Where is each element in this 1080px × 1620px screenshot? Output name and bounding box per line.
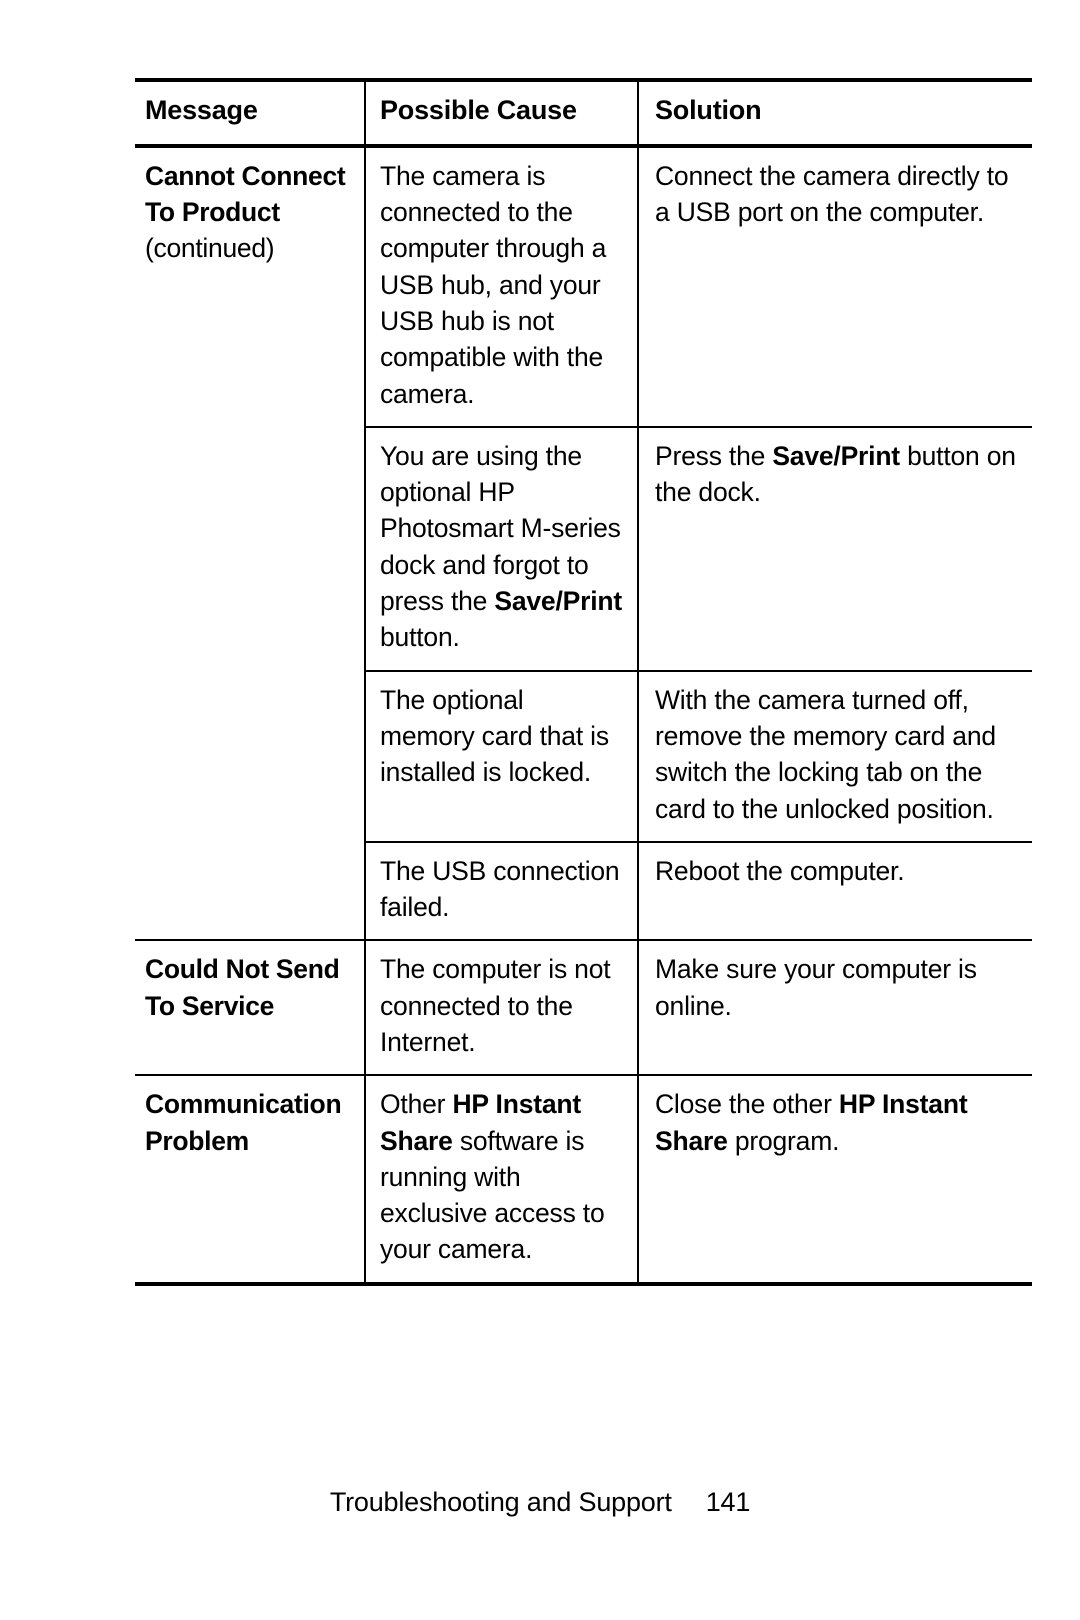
message-label-cannot-connect: Cannot Connect To Product (continued) [135,158,364,267]
cell-solution-check-online: Make sure your computer is online. [637,939,1032,1076]
message-line-2: Problem [145,1125,249,1156]
cause-text-card-locked: The optional memory card that is install… [380,684,609,788]
cell-cause-card-locked: The optional memory card that is install… [364,669,638,842]
cell-message-cannot-connect: Cannot Connect To Product (continued) [135,143,365,941]
solution-text-close-hp-instant-share: Close the other HP Instant Share program… [639,1086,1032,1159]
message-label-communication-problem: Communication Problem [135,1086,364,1159]
message-line-1: Communication [145,1089,342,1120]
cause-text-usb-hub: The camera is connected to the computer … [380,160,607,409]
header-label-message: Message [145,95,258,125]
message-line-1: Cannot Connect [145,160,346,191]
message-line-1: Could Not Send [145,954,340,985]
solution-text-press-saveprint: Press the Save/Print button on the dock. [639,438,1032,511]
header-label-solution: Solution [655,95,762,125]
table-header-row: Message Possible Cause Solution [135,78,1032,146]
footer-inner: Troubleshooting and Support 141 [330,1487,750,1518]
cell-cause-dock-saveprint: You are using the optional HP Photosmart… [364,425,638,671]
table-row: Communication Problem Other HP Instant S… [135,1074,1032,1286]
cell-message-communication-problem: Communication Problem [135,1074,365,1286]
cause-text-usb-failed: The USB connection failed. [380,855,620,923]
cell-cause-no-internet: The computer is not connected to the Int… [364,939,638,1076]
cause-text-bold-saveprint: Save/Print [494,586,622,617]
cell-cause-usb-failed: The USB connection failed. [364,840,638,941]
solution-text-post: program. [727,1125,840,1156]
cell-cause-hp-instant-share: Other HP Instant Share software is runni… [364,1074,638,1286]
troubleshooting-table: Message Possible Cause Solution Cannot C… [135,78,1032,1286]
table-row: Could Not Send To Service The computer i… [135,939,1032,1076]
solution-text-unlock-card: With the camera turned off, remove the m… [655,684,996,824]
document-page: Message Possible Cause Solution Cannot C… [0,0,1080,1620]
cell-solution-usb-direct: Connect the camera directly to a USB por… [637,143,1032,427]
message-line-2: To Service [145,990,275,1021]
solution-text-bold-saveprint: Save/Print [772,440,900,471]
solution-text-usb-direct: Connect the camera directly to a USB por… [655,160,1009,228]
cause-text-no-internet: The computer is not connected to the Int… [380,954,611,1057]
cause-text-post: button. [380,622,460,653]
cell-message-could-not-send: Could Not Send To Service [135,939,365,1076]
troubleshooting-table-wrapper: Message Possible Cause Solution Cannot C… [135,78,1032,1286]
message-label-could-not-send: Could Not Send To Service [135,951,364,1024]
solution-text-reboot: Reboot the computer. [655,855,905,886]
cell-solution-close-hp-instant-share: Close the other HP Instant Share program… [637,1074,1032,1286]
message-line-3-continued: (continued) [145,233,275,264]
cell-solution-unlock-card: With the camera turned off, remove the m… [637,669,1032,842]
solution-text-check-online: Make sure your computer is online. [655,954,977,1021]
header-cell-message: Message [135,78,365,146]
footer-section-title: Troubleshooting and Support [329,1487,672,1517]
table-row: Cannot Connect To Product (continued) Th… [135,143,1032,941]
cell-cause-usb-hub: The camera is connected to the computer … [364,143,638,427]
header-cell-possible-cause: Possible Cause [364,78,638,146]
solution-text-pre: Press the [655,440,773,471]
solution-text-pre: Close the other [655,1089,839,1120]
cell-solution-press-saveprint: Press the Save/Print button on the dock. [637,425,1032,671]
cell-solution-reboot: Reboot the computer. [637,840,1032,941]
header-label-possible-cause: Possible Cause [380,95,577,125]
page-footer: Troubleshooting and Support 141 [0,1487,1080,1518]
cause-text-dock-saveprint: You are using the optional HP Photosmart… [366,438,637,656]
cause-text-pre: Other [380,1089,453,1120]
footer-page-number: 141 [705,1487,751,1517]
header-cell-solution: Solution [637,78,1032,146]
message-line-2: To Product [145,197,280,228]
cause-text-hp-instant-share: Other HP Instant Share software is runni… [366,1086,637,1267]
